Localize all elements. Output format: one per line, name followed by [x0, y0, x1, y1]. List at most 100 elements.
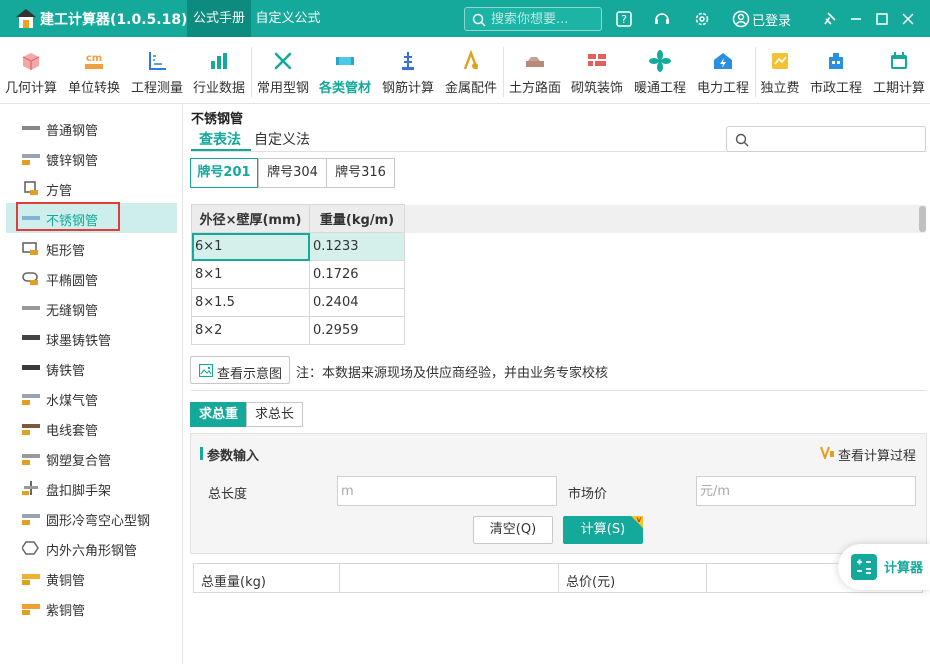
tool-label: 电力工程	[696, 81, 749, 96]
tool-municipal[interactable]: 市政工程	[804, 37, 868, 104]
result-row: 总重量(kg) 总价(元)	[193, 563, 923, 593]
sidebar-item-label: 钢塑复合管	[46, 454, 112, 469]
view-diagram-button[interactable]: 查看示意图	[190, 356, 290, 384]
search-icon	[472, 13, 486, 27]
table-cell-weight[interactable]: 0.1233	[309, 232, 405, 261]
grade-tab-316[interactable]: 牌号316	[326, 158, 395, 188]
pipe-icon	[22, 126, 40, 130]
sidebar-item-seamless-pipe[interactable]: 无缝钢管	[6, 293, 177, 323]
tool-earthwork[interactable]: 土方路面	[504, 37, 566, 104]
sidebar-item-gas-pipe[interactable]: 水煤气管	[6, 383, 177, 413]
table-cell-size[interactable]: 8×2	[191, 316, 310, 345]
tool-power[interactable]: 电力工程	[692, 37, 754, 104]
sidebar-item-square-tube[interactable]: 方管	[6, 173, 177, 203]
sidebar-item-cold-formed-hollow[interactable]: 圆形冷弯空心型钢	[6, 503, 177, 533]
sidebar-item-label: 平椭圆管	[46, 274, 99, 289]
maximize-icon[interactable]	[872, 9, 892, 29]
sidebar-item-ordinary-steel-pipe[interactable]: 普通钢管	[6, 113, 177, 143]
sidebar-item-label: 无缝钢管	[46, 304, 99, 319]
pin-icon[interactable]	[820, 9, 840, 29]
tool-label: 单位转换	[67, 81, 120, 96]
tab-label: 公式手册	[192, 11, 245, 26]
tool-masonry[interactable]: 砌筑装饰	[566, 37, 628, 104]
global-search[interactable]	[464, 7, 602, 31]
divider	[191, 390, 927, 391]
help-icon[interactable]: ?	[614, 9, 634, 29]
table-row[interactable]: 6×1 0.1233	[191, 232, 405, 261]
tool-rebar[interactable]: 钢筋计算	[376, 37, 440, 104]
sidebar-item-steel-plastic-pipe[interactable]: 钢塑复合管	[6, 443, 177, 473]
table-cell-size[interactable]: 8×1.5	[191, 288, 310, 317]
tab-total-length[interactable]: 求总长	[246, 402, 303, 427]
tool-geometry[interactable]: 几何计算	[0, 37, 62, 104]
result-price-label-cell: 总价(元)	[559, 564, 707, 592]
tool-hvac[interactable]: 暖通工程	[628, 37, 692, 104]
total-length-input[interactable]	[337, 476, 557, 506]
tab-total-weight[interactable]: 求总重	[190, 402, 247, 427]
tool-label: 工程测量	[130, 81, 183, 96]
table-scrollbar[interactable]	[919, 206, 926, 232]
tab-lookup-method[interactable]: 查表法	[199, 129, 241, 151]
tool-schedule[interactable]: 工期计算	[868, 37, 930, 104]
user-icon[interactable]	[731, 9, 751, 29]
table-cell-weight[interactable]: 0.1726	[309, 260, 405, 289]
sidebar-item-label: 矩形管	[46, 244, 86, 259]
sidebar-item-copper-pipe[interactable]: 紫铜管	[6, 593, 177, 623]
table-search-input[interactable]	[726, 126, 926, 152]
grade-tab-304[interactable]: 牌号304	[258, 158, 327, 188]
gear-icon[interactable]	[692, 9, 712, 29]
tab-formula-manual[interactable]: 公式手册	[187, 0, 251, 37]
table-cell-size[interactable]: 8×1	[191, 260, 310, 289]
table-cell-size[interactable]: 6×1	[191, 232, 310, 261]
minimize-icon[interactable]	[846, 9, 866, 29]
sidebar-item-disc-scaffold[interactable]: 盘扣脚手架	[6, 473, 177, 503]
oval-tube-icon	[22, 272, 38, 285]
tab-custom-formula[interactable]: 自定义公式	[251, 0, 325, 37]
app-title: 建工计算器(1.0.5.18)	[40, 12, 188, 28]
tool-survey[interactable]: 工程测量	[126, 37, 188, 104]
table-cell-weight[interactable]: 0.2959	[309, 316, 405, 345]
sidebar-item-brass-pipe[interactable]: 黄铜管	[6, 563, 177, 593]
grade-tab-201[interactable]: 牌号201	[190, 158, 258, 188]
scaffold-icon	[22, 481, 38, 495]
floating-calculator-button[interactable]: 计算器	[838, 544, 930, 590]
svg-text:V: V	[637, 517, 642, 524]
tool-independent-fee[interactable]: 独立费	[756, 37, 804, 104]
tool-metal-fittings[interactable]: 金属配件	[440, 37, 502, 104]
pipe-icon	[22, 454, 40, 465]
svg-text:cm: cm	[86, 53, 102, 64]
selection-highlight-box	[16, 202, 120, 231]
sidebar-item-flat-oval-tube[interactable]: 平椭圆管	[6, 263, 177, 293]
tool-industry-data[interactable]: 行业数据	[188, 37, 250, 104]
tool-unit-convert[interactable]: cm 单位转换	[62, 37, 126, 104]
sidebar-item-cast-iron-pipe[interactable]: 铸铁管	[6, 353, 177, 383]
sidebar-item-label: 镀锌钢管	[46, 154, 99, 169]
sidebar-item-hexagon-pipe[interactable]: 内外六角形钢管	[6, 533, 177, 563]
tool-pipes[interactable]: 各类管材	[314, 37, 376, 104]
sidebar-item-galvanized-pipe[interactable]: 镀锌钢管	[6, 143, 177, 173]
sidebar-item-ductile-iron-pipe[interactable]: 球墨铸铁管	[6, 323, 177, 353]
page-title: 不锈钢管	[191, 112, 244, 127]
sidebar-item-conduit[interactable]: 电线套管	[6, 413, 177, 443]
tool-common-steel[interactable]: 常用型钢	[252, 37, 314, 104]
measure-icon	[149, 52, 166, 70]
copper-pipe-icon	[22, 604, 40, 615]
headset-icon[interactable]	[652, 9, 672, 29]
table-row[interactable]: 8×2 0.2959	[191, 316, 405, 345]
sidebar-item-label: 水煤气管	[46, 394, 99, 409]
tool-label: 土方路面	[508, 81, 561, 96]
hexagon-icon	[22, 541, 39, 555]
login-status[interactable]: 已登录	[752, 10, 791, 29]
table-row[interactable]: 8×1.5 0.2404	[191, 288, 405, 317]
sidebar-item-label: 球墨铸铁管	[46, 334, 112, 349]
tab-custom-method[interactable]: 自定义法	[254, 129, 310, 151]
total-length-label: 总长度	[208, 487, 248, 502]
search-input[interactable]	[491, 10, 597, 28]
market-price-input[interactable]	[696, 476, 916, 506]
close-icon[interactable]	[898, 9, 918, 29]
table-row[interactable]: 8×1 0.1726	[191, 260, 405, 289]
table-cell-weight[interactable]: 0.2404	[309, 288, 405, 317]
road-icon	[526, 57, 544, 67]
clear-button[interactable]: 清空(Q)	[473, 516, 553, 544]
sidebar-item-rectangular-tube[interactable]: 矩形管	[6, 233, 177, 263]
